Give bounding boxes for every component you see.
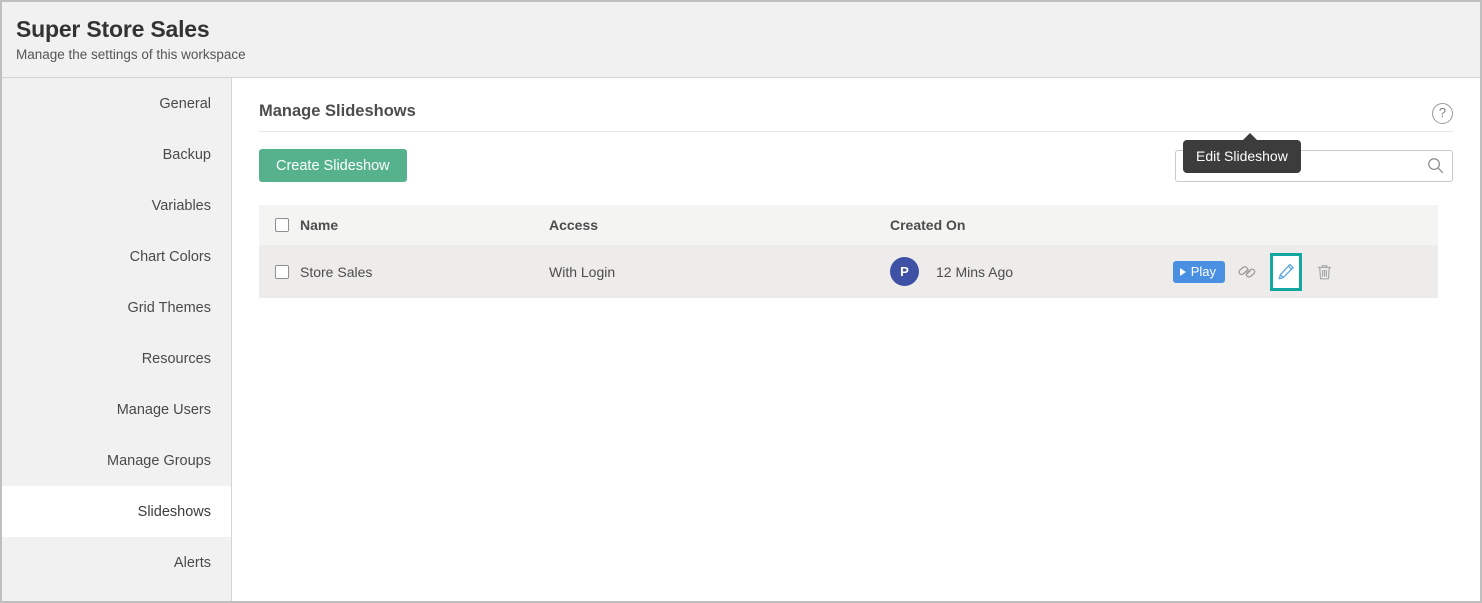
sidebar-item-alerts[interactable]: Alerts [2, 537, 231, 588]
sidebar-item-grid-themes[interactable]: Grid Themes [2, 282, 231, 333]
slideshow-name: Store Sales [300, 264, 372, 280]
select-all-checkbox[interactable] [275, 218, 289, 232]
play-label: Play [1191, 264, 1216, 279]
table-row[interactable]: Store Sales With Login P 12 Mins Ago Pla… [259, 245, 1438, 298]
sidebar-item-manage-users[interactable]: Manage Users [2, 384, 231, 435]
column-created-on: Created On [890, 217, 1438, 233]
column-name: Name [259, 217, 549, 233]
sidebar-item-label: Manage Users [117, 402, 211, 418]
sidebar-item-backup[interactable]: Backup [2, 129, 231, 180]
link-icon[interactable] [1231, 256, 1263, 288]
sidebar-item-general[interactable]: General [2, 78, 231, 129]
tooltip-text: Edit Slideshow [1196, 148, 1288, 164]
sidebar-item-label: Slideshows [138, 504, 211, 520]
main-content: Manage Slideshows ? Create Slideshow [232, 78, 1480, 601]
table-header-row: Name Access Created On [259, 205, 1438, 245]
avatar: P [890, 257, 919, 286]
play-triangle-icon [1180, 268, 1186, 276]
play-button[interactable]: Play [1173, 261, 1225, 283]
settings-sidebar: General Backup Variables Chart Colors Gr… [2, 78, 232, 601]
slideshows-table: Name Access Created On Store Sales With … [259, 205, 1438, 298]
created-on-text: 12 Mins Ago [936, 264, 1013, 280]
sidebar-item-label: Variables [152, 198, 211, 214]
page-title: Super Store Sales [16, 14, 1480, 44]
column-access: Access [549, 217, 890, 233]
trash-icon[interactable] [1308, 256, 1340, 288]
body-container: General Backup Variables Chart Colors Gr… [2, 78, 1480, 601]
sidebar-item-slideshows[interactable]: Slideshows [2, 486, 231, 537]
question-mark-icon[interactable]: ? [1432, 103, 1453, 124]
sidebar-item-manage-groups[interactable]: Manage Groups [2, 435, 231, 486]
sidebar-item-resources[interactable]: Resources [2, 333, 231, 384]
cell-name: Store Sales [259, 264, 549, 280]
app-window: Super Store Sales Manage the settings of… [0, 0, 1482, 603]
tooltip-edit-slideshow: Edit Slideshow [1183, 140, 1301, 173]
sidebar-item-label: Manage Groups [107, 453, 211, 469]
sidebar-item-label: Chart Colors [130, 249, 211, 265]
sidebar-item-label: Resources [142, 351, 211, 367]
sidebar-item-label: Alerts [174, 555, 211, 571]
sidebar-item-label: General [159, 96, 211, 112]
workspace-header: Super Store Sales Manage the settings of… [2, 2, 1480, 78]
sidebar-item-chart-colors[interactable]: Chart Colors [2, 231, 231, 282]
row-actions: Play [1173, 245, 1340, 298]
sidebar-item-variables[interactable]: Variables [2, 180, 231, 231]
create-slideshow-button[interactable]: Create Slideshow [259, 149, 407, 182]
section-header: Manage Slideshows ? [259, 78, 1453, 132]
section-title: Manage Slideshows [259, 102, 1453, 121]
pencil-icon[interactable] [1270, 253, 1302, 291]
column-header-label: Name [300, 217, 338, 233]
sidebar-item-label: Grid Themes [127, 300, 211, 316]
row-checkbox[interactable] [275, 265, 289, 279]
cell-access: With Login [549, 264, 890, 280]
page-subtitle: Manage the settings of this workspace [16, 45, 1480, 65]
cell-created-on: P 12 Mins Ago [890, 257, 1438, 286]
sidebar-item-label: Backup [163, 147, 211, 163]
